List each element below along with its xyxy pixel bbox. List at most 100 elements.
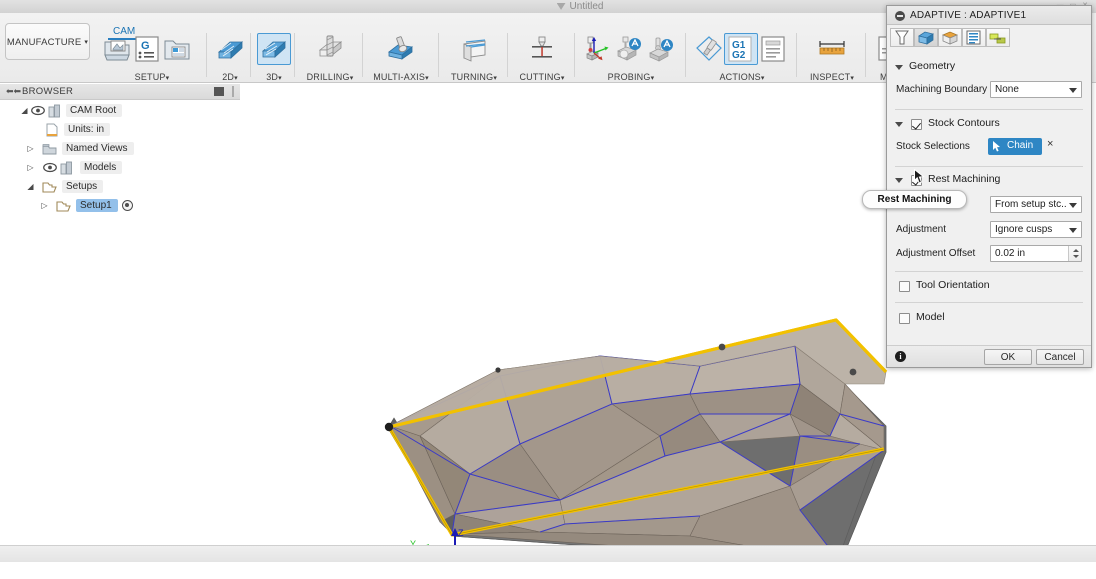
ribbon-panel-label-setup[interactable]: SETUP▾ — [96, 72, 208, 82]
geometry-tab[interactable] — [914, 28, 938, 47]
dialog-title: ADAPTIVE : ADAPTIVE1 — [910, 10, 1027, 21]
tool-orientation-checkbox[interactable] — [899, 281, 910, 292]
status-bar — [0, 545, 1096, 562]
expander-icon[interactable]: ▷ — [26, 142, 35, 155]
adjustment-offset-value: 0.02 in — [995, 248, 1026, 259]
ribbon-panel-label-3d[interactable]: 3D▾ — [252, 72, 296, 82]
expander-icon[interactable]: ◢ — [20, 104, 29, 117]
dialog-header[interactable]: ADAPTIVE : ADAPTIVE1 — [887, 6, 1091, 25]
list-item[interactable]: ▷ Setup1 — [0, 196, 240, 215]
new-setup-icon[interactable] — [100, 33, 134, 65]
setup-active-indicator[interactable] — [122, 200, 133, 211]
linking-tab[interactable] — [986, 28, 1010, 47]
2d-milling-icon[interactable] — [213, 33, 247, 65]
section-model[interactable]: Model — [895, 311, 1075, 327]
cutting-icon[interactable] — [525, 33, 559, 65]
stock-selections-label: Stock Selections — [896, 141, 970, 152]
adjustment-select[interactable]: Ignore cusps — [990, 221, 1082, 238]
section-stock-contours[interactable]: Stock Contours — [895, 117, 1075, 133]
expander-icon[interactable]: ▷ — [26, 161, 35, 174]
section-rest-machining-label: Rest Machining — [928, 173, 1001, 185]
dialog-footer: i OK Cancel — [887, 345, 1091, 367]
panel-divider — [685, 33, 686, 77]
adaptive-dialog: ADAPTIVE : ADAPTIVE1 Geometry Machining … — [886, 5, 1092, 368]
3d-milling-icon[interactable] — [257, 33, 291, 65]
passes-tab[interactable] — [962, 28, 986, 47]
ribbon-panel-inspect: INSPECT▾ — [798, 30, 866, 82]
document-title: Untitled — [480, 0, 680, 13]
ribbon-panel-3d: 3D▾ — [252, 30, 296, 82]
g1-g2-icon[interactable]: G1 G2 — [724, 33, 758, 65]
open-folder-icon — [42, 180, 57, 194]
chain-vertex[interactable] — [849, 368, 857, 376]
ribbon-panel-cutting: CUTTING▾ — [509, 30, 575, 82]
eye-icon[interactable] — [31, 105, 45, 116]
adjustment-offset-input[interactable]: 0.02 in — [990, 245, 1082, 262]
manual-ncs-icon[interactable] — [692, 33, 726, 65]
panel-menu-icon[interactable] — [214, 87, 224, 96]
machining-boundary-label: Machining Boundary — [896, 84, 988, 95]
ribbon-panel-label-inspect[interactable]: INSPECT▾ — [798, 72, 866, 82]
rest-source-select[interactable]: From setup stc... — [990, 196, 1082, 213]
panel-divider — [250, 33, 251, 77]
list-item-label: Named Views — [62, 142, 134, 155]
panel-divider — [294, 33, 295, 77]
section-tool-orientation[interactable]: Tool Orientation — [895, 279, 1075, 295]
double-left-arrow-icon[interactable]: ⬅⬅ — [6, 86, 21, 97]
machining-boundary-select[interactable]: None — [990, 81, 1082, 98]
list-item[interactable]: ◢ CAM Root — [0, 101, 240, 120]
turning-icon[interactable] — [457, 33, 491, 65]
model-checkbox[interactable] — [899, 313, 910, 324]
measure-icon[interactable] — [815, 33, 849, 65]
models-icon — [60, 161, 74, 175]
ribbon-panel-label-drilling[interactable]: DRILLING▾ — [296, 72, 364, 82]
probe-tool-icon[interactable] — [644, 33, 678, 65]
document-title-text: Untitled — [569, 1, 604, 12]
ribbon-panel-label-actions[interactable]: ACTIONS▾ — [687, 72, 797, 82]
ribbon-panel-drilling: DRILLING▾ — [296, 30, 364, 82]
probe-wcs-icon[interactable] — [580, 33, 614, 65]
list-item[interactable]: ▷ Models — [0, 158, 240, 177]
cancel-button[interactable]: Cancel — [1036, 349, 1084, 365]
workspace-switcher-button[interactable]: MANUFACTURE ▾ — [5, 23, 90, 60]
multi-axis-icon[interactable] — [384, 33, 418, 65]
fusion-logo-icon — [556, 2, 566, 10]
document-icon[interactable] — [756, 33, 790, 65]
list-item[interactable]: Units: in — [0, 120, 240, 139]
ribbon-panel-label-turning[interactable]: TURNING▾ — [440, 72, 508, 82]
g-code-folder-icon[interactable]: G — [130, 33, 164, 65]
chevron-down-icon[interactable] — [895, 65, 903, 70]
chevron-down-icon[interactable] — [895, 122, 903, 127]
list-item[interactable]: ◢ Setups — [0, 177, 240, 196]
chevron-down-icon[interactable] — [895, 178, 903, 183]
stepper-arrows-icon[interactable] — [1068, 246, 1081, 261]
triad-z-label: Z — [458, 528, 464, 538]
collapse-dialog-icon[interactable] — [895, 11, 905, 21]
heights-tab[interactable] — [938, 28, 962, 47]
new-folder-icon[interactable] — [160, 33, 194, 65]
ribbon-panel-label-probing[interactable]: PROBING▾ — [576, 72, 686, 82]
info-icon[interactable]: i — [895, 351, 906, 362]
expander-icon[interactable]: ▷ — [40, 199, 49, 212]
expander-icon[interactable]: ◢ — [26, 180, 35, 193]
ok-button[interactable]: OK — [984, 349, 1032, 365]
mesh-vertex — [495, 367, 501, 373]
ribbon-panel-label-2d[interactable]: 2D▾ — [208, 72, 252, 82]
list-item[interactable]: ▷ Named Views — [0, 139, 240, 158]
panel-resize-grip[interactable] — [232, 86, 234, 97]
tool-tab[interactable] — [890, 28, 914, 47]
ribbon-panel-label-multi-axis[interactable]: MULTI-AXIS▾ — [364, 72, 438, 82]
clear-selection-button[interactable]: × — [1047, 138, 1053, 150]
list-item-label: Units: in — [64, 123, 111, 136]
eye-icon[interactable] — [43, 162, 57, 173]
panel-divider — [796, 33, 797, 77]
ribbon-panel-label-cutting[interactable]: CUTTING▾ — [509, 72, 575, 82]
drilling-icon[interactable] — [313, 33, 347, 65]
adjustment-label: Adjustment — [896, 224, 947, 235]
chevron-down-icon: ▾ — [234, 75, 238, 82]
stock-contours-checkbox[interactable] — [911, 119, 922, 130]
chain-vertex[interactable] — [718, 343, 726, 351]
chain-vertex[interactable] — [384, 422, 394, 432]
stock-selections-chain-button[interactable]: Chain — [988, 138, 1042, 155]
probe-geometry-icon[interactable] — [612, 33, 646, 65]
